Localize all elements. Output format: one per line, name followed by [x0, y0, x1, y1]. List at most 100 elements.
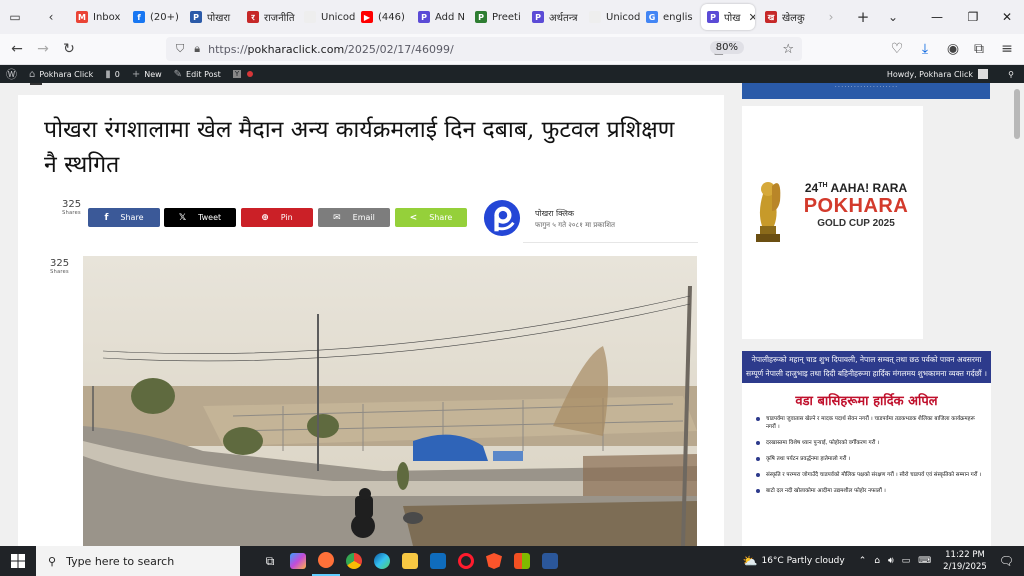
taskbar-clock[interactable]: 11:22 PM 2/19/2025 — [943, 549, 987, 573]
home-icon: ⌂ — [29, 68, 36, 80]
account-icon[interactable]: ◉ — [940, 41, 966, 57]
floating-share-count: 325 Shares — [50, 258, 70, 276]
brave-icon[interactable] — [480, 546, 508, 576]
browser-tab[interactable]: ▶ (446) — [355, 4, 412, 30]
tab-scroll-right-icon[interactable]: › — [820, 6, 842, 28]
extensions-icon[interactable]: ⧉ — [966, 41, 992, 57]
status-dot-icon — [247, 71, 254, 77]
weather-widget[interactable]: ⛅ 16°C Partly cloudy — [743, 554, 845, 568]
ad2-bullet: दरखास्तमा विशेष ध्यान पुऱ्याई, फोहोरको व… — [756, 439, 983, 447]
new-content-link[interactable]: + New — [132, 69, 162, 80]
browser-tab[interactable]: Genglis — [640, 4, 697, 30]
tab-favicon-icon: P — [532, 11, 544, 23]
browser-tab[interactable]: Unicode t — [298, 4, 355, 30]
ad2-bullet-text: कृषि तथा पर्यटन प्रवर्द्धनमा हातेमालो गर… — [766, 456, 851, 462]
edge-icon[interactable] — [368, 546, 396, 576]
browser-tab[interactable]: र राजनीति — [241, 4, 298, 30]
outlook-icon[interactable] — [424, 546, 452, 576]
ad2-banner-text: नेपालीहरूको महान् चाड शुभ दिपावली, नेपाल… — [742, 351, 991, 383]
chrome-icon[interactable] — [340, 546, 368, 576]
menu-icon[interactable]: ≡ — [994, 41, 1020, 57]
tab-label: Unicode t — [321, 11, 355, 23]
new-tab-button[interactable]: + — [852, 6, 874, 28]
site-name-link[interactable]: ⌂ Pokhara Click — [29, 69, 93, 80]
ad2-title: वडा बासिहरूमा हार्दिक अपिल — [795, 394, 938, 409]
howdy-account[interactable]: Howdy, Pokhara Click — [887, 69, 988, 79]
language-icon[interactable]: ⌨ — [918, 556, 931, 566]
share-service-icon: ⊕ — [261, 212, 269, 223]
shield-icon[interactable]: ⛉ — [176, 42, 184, 56]
browser-tab[interactable]: ख खेलकु — [759, 4, 816, 30]
article-headline: पोखरा रंगशालामा खेल मैदान अन्य कार्यक्रम… — [44, 117, 675, 178]
battery-icon[interactable]: ▭ — [902, 556, 911, 566]
browser-tab[interactable]: M Inbox — [70, 4, 127, 30]
browser-tab[interactable]: f (20+) — [127, 4, 184, 30]
word-icon[interactable] — [536, 546, 564, 576]
browser-tab[interactable]: P पोखरा — [184, 4, 241, 30]
tab-favicon-icon: P — [418, 11, 430, 23]
close-tab-icon[interactable]: ✕ — [748, 11, 755, 24]
zoom-level-badge[interactable]: 80% — [709, 41, 744, 54]
pocket-icon[interactable]: ♡ — [884, 41, 910, 57]
address-bar[interactable]: ⛉ 🔒︎ https://pokharaclick.com/2025/02/17… — [166, 37, 802, 61]
share-button-3[interactable]: ✉ Email — [318, 208, 390, 227]
browser-tab[interactable]: P Add N — [412, 4, 469, 30]
ad2-bullet-text: संस्कृति र परम्परा जोगाउँदै चाडपर्वको मौ… — [766, 472, 982, 478]
taskbar-search-box[interactable]: ⚲ Type here to search — [36, 546, 240, 576]
ad2-bullet-text: बाटो दल नदी खोलाकोमा आदीमा उद्यमशील फोहो… — [766, 488, 886, 494]
share-button-0[interactable]: f Share — [88, 208, 160, 227]
tab-label: (446) — [378, 11, 405, 23]
page-scrollbar[interactable] — [1010, 83, 1024, 546]
show-hidden-icons-icon[interactable]: ⌃ — [859, 556, 867, 566]
reload-button[interactable]: ↻ — [56, 41, 82, 57]
tab-label: राजनीति — [264, 13, 295, 24]
back-button[interactable]: ← — [4, 41, 30, 57]
start-button[interactable] — [0, 554, 36, 568]
ad2-bullet-list: चाडपर्वमा जुवातास खेल्ने र मादक पदार्थ स… — [742, 415, 991, 495]
tab-list-menu-icon[interactable]: ⌄ — [882, 6, 904, 28]
firefox-taskbar-icon[interactable] — [312, 546, 340, 576]
file-explorer-icon[interactable] — [396, 546, 424, 576]
edit-post-link[interactable]: ✎ Edit Post — [174, 69, 221, 80]
downloads-icon[interactable]: ⤓ — [912, 41, 938, 57]
share-button-2[interactable]: ⊕ Pin — [241, 208, 313, 227]
browser-tab[interactable]: P अर्थतन्त्र — [526, 4, 583, 30]
browser-tab-strip: ▭ ‹ MInboxf(20+)PपोखरारराजनीतिUnicode t▶… — [0, 0, 1024, 34]
browser-tab[interactable]: P Preeti — [469, 4, 526, 30]
task-view-icon[interactable]: ⧉ — [256, 546, 284, 576]
bookmark-star-icon[interactable]: ☆ — [782, 42, 794, 57]
share-button-label: Tweet — [198, 213, 222, 222]
tab-favicon-icon — [589, 11, 601, 23]
sidebar-top-ad-strip[interactable]: · · · · · · · · · · · · · · · · · · · · — [742, 83, 990, 99]
copilot-icon[interactable] — [284, 546, 312, 576]
share-button-1[interactable]: 𝕏 Tweet — [164, 208, 236, 227]
microsoft-store-icon[interactable] — [508, 546, 536, 576]
wordpress-logo-icon[interactable]: Ⓦ — [6, 66, 17, 82]
pencil-icon: ✎ — [173, 68, 183, 80]
browser-tab[interactable]: Unicode t — [583, 4, 640, 30]
bullet-dot-icon — [756, 473, 760, 477]
tab-scroll-left-icon[interactable]: ‹ — [40, 6, 62, 28]
article-card: पोखरा रंगशालामा खेल मैदान अन्य कार्यक्रम… — [18, 95, 724, 546]
notifications-icon[interactable]: 🗨︎ — [999, 554, 1014, 568]
comments-link[interactable]: ▮ 0 — [105, 69, 120, 80]
scrollbar-thumb[interactable] — [1014, 89, 1020, 139]
ward-appeal-ad[interactable]: नेपालीहरूको महान् चाड शुभ दिपावली, नेपाल… — [742, 351, 991, 546]
share-service-icon: f — [104, 212, 109, 223]
yoast-icon[interactable]: Y — [232, 70, 242, 78]
admin-search-icon[interactable]: ⚲ — [1008, 70, 1014, 79]
network-icon[interactable]: ⌂ — [874, 556, 880, 566]
ad2-bullet: बाटो दल नदी खोलाकोमा आदीमा उद्यमशील फोहो… — [756, 487, 983, 495]
volume-icon[interactable]: 🔊︎ — [888, 556, 894, 566]
tab-overview-icon[interactable]: ▭ — [4, 6, 26, 28]
lock-icon[interactable]: 🔒︎ — [194, 42, 200, 56]
gold-cup-ad[interactable]: 24TH AAHA! RARA POKHARA GOLD CUP 2025 — [742, 106, 923, 339]
partly-cloudy-icon: ⛅ — [742, 554, 758, 568]
forward-button[interactable]: → — [30, 41, 56, 57]
close-window-button[interactable]: ✕ — [984, 0, 1024, 34]
author-name[interactable]: पोखरा क्लिक — [535, 208, 574, 219]
opera-icon[interactable] — [452, 546, 480, 576]
share-button-4[interactable]: < Share — [395, 208, 467, 227]
browser-tab[interactable]: P पोख ✕ — [701, 4, 755, 30]
plus-icon: + — [131, 68, 141, 80]
